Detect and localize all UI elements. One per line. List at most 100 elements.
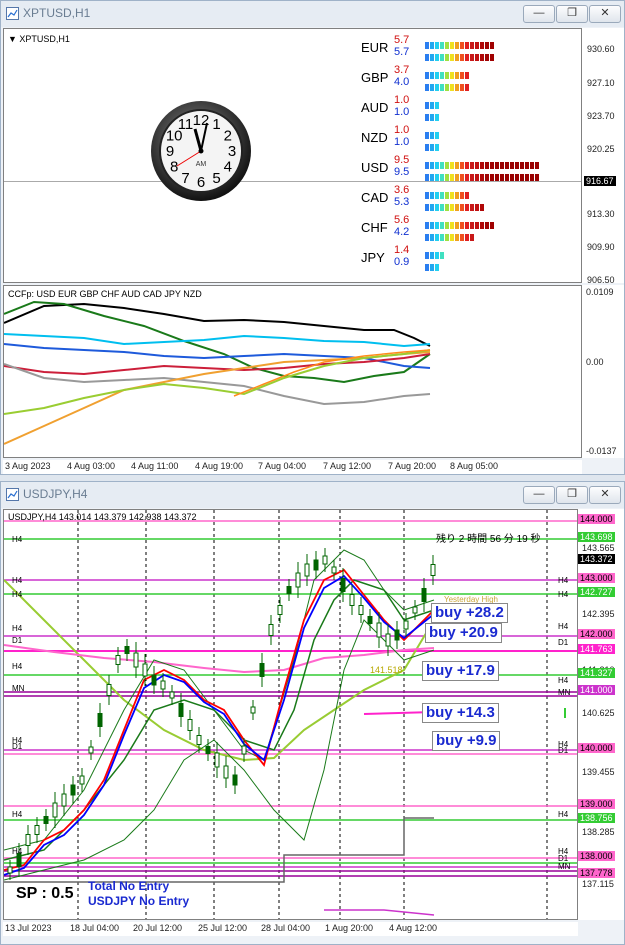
price-level-tag: 143.000 <box>578 573 615 583</box>
candle-body <box>142 663 148 677</box>
strength-bar <box>425 36 495 49</box>
close-button[interactable]: ✕ <box>589 5 621 23</box>
close-button[interactable]: ✕ <box>589 486 621 504</box>
candle-body <box>376 622 382 638</box>
currency-strength-value: 1.0 <box>394 124 410 136</box>
candle-body <box>295 572 301 588</box>
ccfp-indicator-pane[interactable]: CCFp: USD EUR GBP CHF AUD CAD JPY NZD <box>3 285 582 458</box>
price-tick: 137.115 <box>582 879 614 889</box>
buy-signal: buy +17.9 <box>422 661 499 681</box>
price-tick: 930.60 <box>587 44 615 54</box>
buy-signal: buy +14.3 <box>422 703 499 723</box>
timeframe-label: MN <box>558 862 571 871</box>
price-level-tag: 143.698 <box>578 532 615 542</box>
timeframe-label: H4 <box>12 535 23 544</box>
spread-label: SP : 0.5 <box>16 885 74 902</box>
window-title: USDJPY,H4 <box>23 487 88 501</box>
currency-strength-value: 9.5 <box>394 166 410 178</box>
time-tick: 25 Jul 12:00 <box>198 923 248 933</box>
candle-body <box>97 713 103 727</box>
ccfp-lines <box>4 300 431 445</box>
currency-strength-value: 3.6 <box>394 184 410 196</box>
candle-body <box>385 633 391 647</box>
low-price-label: 141.518 <box>370 665 403 675</box>
timeframe-label: H4 <box>12 847 23 856</box>
timeframe-label: H4 <box>12 810 23 819</box>
candle-body <box>322 555 328 565</box>
currency-strength-value: 1.4 <box>394 244 410 256</box>
candle-body <box>115 655 121 665</box>
price-tick: 913.30 <box>587 209 615 219</box>
price-level-tag: 138.000 <box>578 851 615 861</box>
chart-window-icon <box>6 7 19 20</box>
price-level-tag: 141.763 <box>578 644 615 654</box>
strength-bar <box>425 48 495 61</box>
strength-bar <box>425 78 470 91</box>
strength-bar <box>425 228 475 241</box>
candle-body <box>196 735 202 745</box>
time-tick: 20 Jul 12:00 <box>133 923 183 933</box>
timeframe-label: D1 <box>558 746 569 755</box>
restore-button[interactable]: ❐ <box>556 5 588 23</box>
price-level-tag: 140.000 <box>578 743 615 753</box>
minimize-button[interactable]: — <box>523 486 555 504</box>
price-pane[interactable]: ▼ XPTUSD,H1 12 1 2 3 4 5 6 7 8 9 10 11 AM EUR 5.7 5.7… <box>3 28 582 283</box>
currency-strength-value: 5.7 <box>394 46 410 58</box>
candle-body <box>331 566 337 574</box>
clock-widget: 12 1234567891011 AM <box>151 101 251 201</box>
time-tick: 4 Aug 03:00 <box>67 461 116 471</box>
total-entry-status: Total No Entry <box>88 879 170 893</box>
time-tick: 7 Aug 20:00 <box>388 461 437 471</box>
candle-body <box>214 752 220 768</box>
clock-number: 5 <box>212 170 220 187</box>
candle-body <box>133 652 139 668</box>
strength-bar <box>425 186 470 199</box>
strength-bar <box>425 156 540 169</box>
time-tick: 8 Aug 05:00 <box>450 461 499 471</box>
price-level-tag: 138.756 <box>578 813 615 823</box>
timeframe-label: H4 <box>12 624 23 633</box>
candle-body <box>403 620 409 630</box>
buy-signal: buy +28.2 <box>431 603 508 623</box>
candle-body <box>340 578 346 592</box>
strength-bar <box>425 168 540 181</box>
candle-body <box>79 775 85 785</box>
currency-strength-value: 5.3 <box>394 196 410 208</box>
candle-body <box>178 703 184 717</box>
currency-strength-value: 0.9 <box>394 256 410 268</box>
price-level-tag: 141.000 <box>578 685 615 695</box>
candle-body <box>277 605 283 615</box>
timeframe-label: D1 <box>558 638 569 647</box>
currency-strength-value: 1.0 <box>394 94 410 106</box>
strength-bar <box>425 246 445 259</box>
currency-strength-value: 5.6 <box>394 214 410 226</box>
buy-signal: buy +9.9 <box>432 731 501 751</box>
restore-button[interactable]: ❐ <box>556 486 588 504</box>
candle-body <box>268 624 274 636</box>
candle-body <box>52 802 58 818</box>
usdjpy-titlebar[interactable]: USDJPY,H4 — ❐ ✕ <box>1 482 624 508</box>
timeframe-label: H4 <box>12 590 23 599</box>
usdjpy-price-pane[interactable]: USDJPY,H4 143.014 143.379 142.938 143.37… <box>3 509 578 920</box>
price-tick: 143.565 <box>582 543 615 553</box>
minimize-button[interactable]: — <box>523 5 555 23</box>
candle-body <box>241 745 247 755</box>
candle-body <box>232 774 238 786</box>
candle-body <box>151 674 157 686</box>
clock-number: 6 <box>197 174 205 191</box>
symbol-entry-status: USDJPY No Entry <box>88 894 190 908</box>
candle-body <box>169 691 175 699</box>
candle-body <box>7 866 13 874</box>
candle-body <box>349 594 355 606</box>
xptusd-titlebar[interactable]: XPTUSD,H1 — ❐ ✕ <box>1 1 624 27</box>
currency-name: AUD <box>361 100 389 115</box>
price-tick: 140.625 <box>582 708 615 718</box>
time-axis: 13 Jul 2023 18 Jul 04:00 20 Jul 12:00 25 Ju… <box>3 922 578 936</box>
currency-name: CAD <box>361 190 389 205</box>
candle-body <box>430 564 436 576</box>
strength-bar <box>425 138 440 151</box>
strength-bar <box>425 66 470 79</box>
chart-header: USDJPY,H4 143.014 143.379 142.938 143.37… <box>8 512 197 522</box>
candle-body <box>25 834 31 846</box>
clock-number: 4 <box>224 159 232 176</box>
